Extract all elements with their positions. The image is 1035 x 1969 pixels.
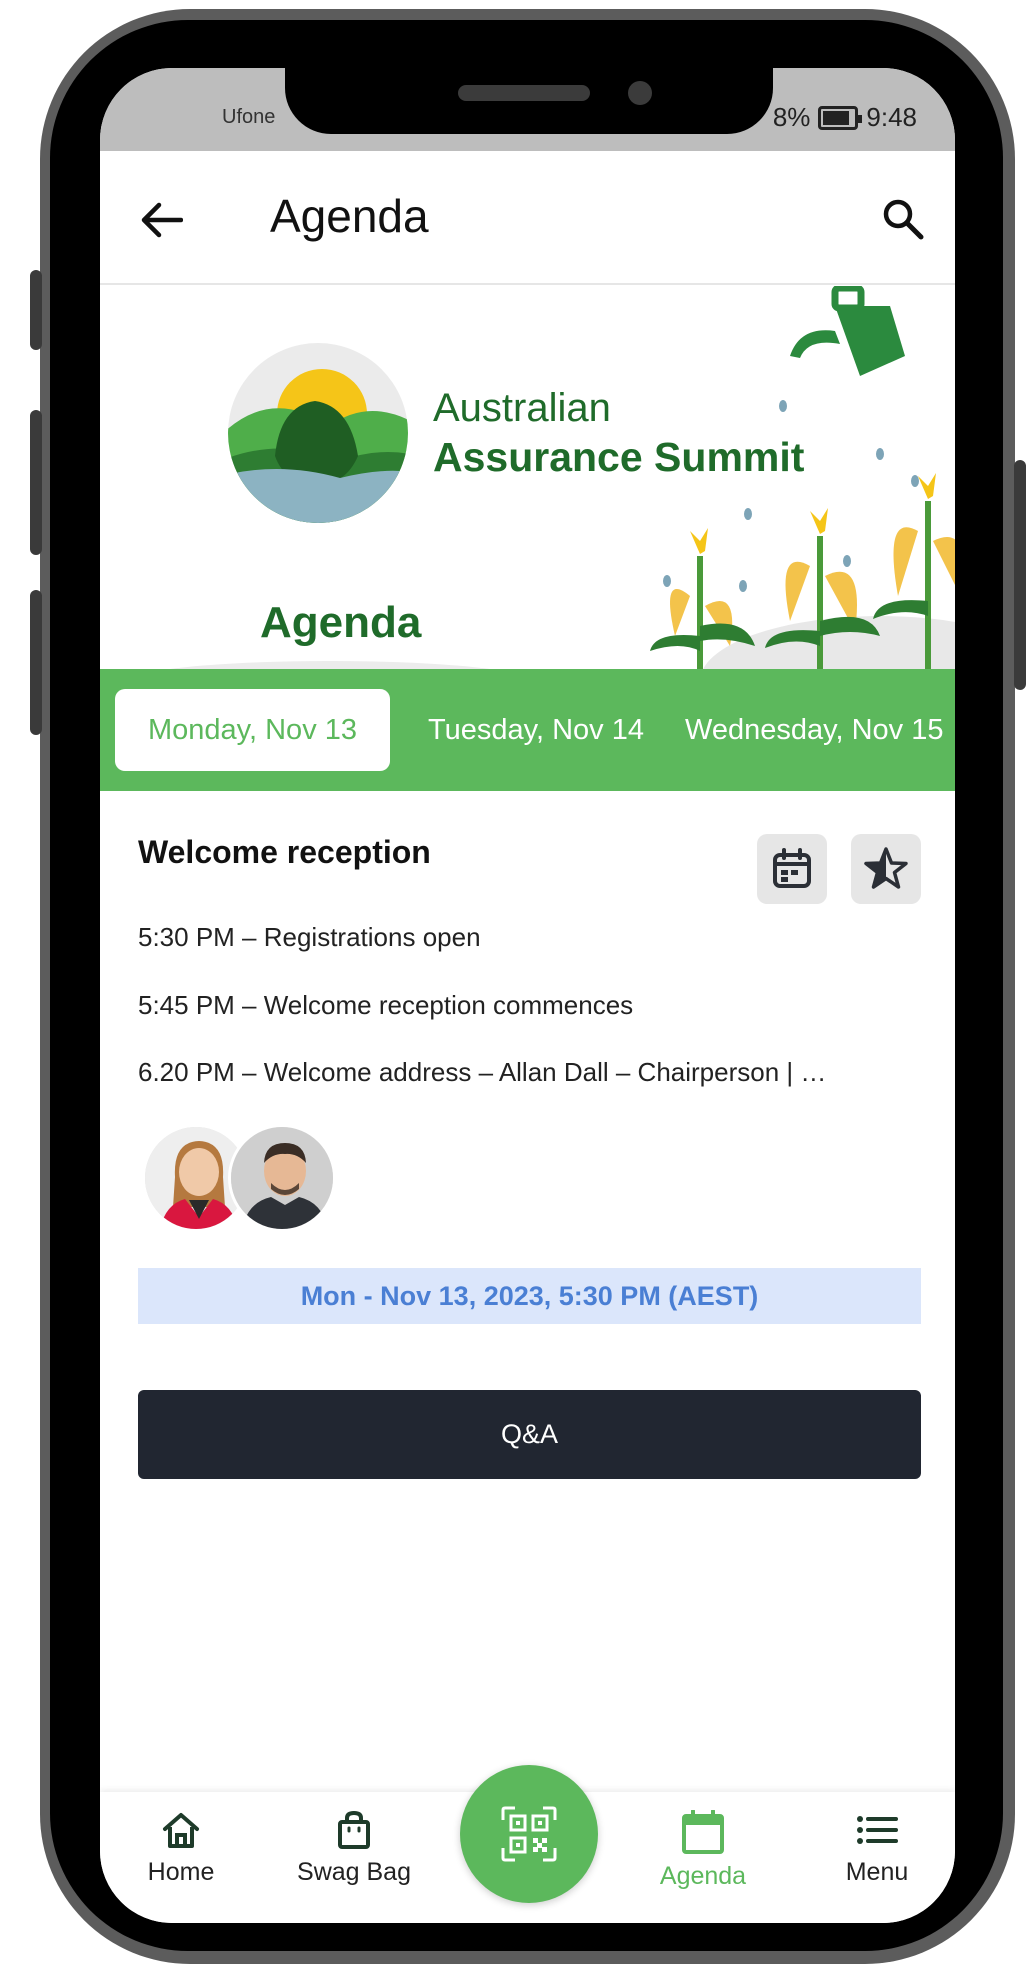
arrow-left-icon bbox=[141, 202, 183, 238]
phone-side-button bbox=[30, 410, 42, 555]
agenda-line: 5:30 PM – Registrations open bbox=[138, 922, 481, 952]
calendar-icon bbox=[773, 848, 811, 888]
event-banner: Australian Assurance Summit Agenda bbox=[100, 286, 955, 669]
day-tabs: Monday, Nov 13 Tuesday, Nov 14 Wednesday… bbox=[100, 669, 955, 791]
summit-logo bbox=[228, 343, 408, 523]
page-title: Agenda bbox=[270, 190, 429, 242]
front-camera bbox=[628, 81, 652, 105]
favorite-button[interactable] bbox=[851, 834, 921, 904]
battery-icon bbox=[818, 105, 863, 130]
menu-icon bbox=[857, 1816, 898, 1844]
speaker-grille bbox=[458, 85, 590, 101]
nav-swag-bag[interactable]: Swag Bag bbox=[279, 1810, 429, 1887]
clock: 9:48 bbox=[866, 102, 917, 132]
tab-wednesday[interactable]: Wednesday, Nov 15 bbox=[665, 689, 955, 771]
nav-agenda[interactable]: Agenda bbox=[628, 1810, 778, 1891]
qr-scan-button[interactable] bbox=[460, 1765, 598, 1903]
back-button[interactable] bbox=[136, 195, 186, 245]
banner-heading: Agenda bbox=[260, 598, 422, 647]
nav-home[interactable]: Home bbox=[106, 1810, 256, 1887]
agenda-line: 6.20 PM – Welcome address – Allan Dall –… bbox=[138, 1057, 827, 1087]
speaker-photo bbox=[231, 1127, 333, 1229]
session-datetime: Mon - Nov 13, 2023, 5:30 PM (AEST) bbox=[138, 1268, 921, 1324]
nav-menu[interactable]: Menu bbox=[802, 1810, 952, 1887]
watering-can-graphic bbox=[790, 286, 905, 376]
nav-agenda-label: Agenda bbox=[659, 1862, 747, 1890]
calendar-icon bbox=[682, 1810, 724, 1854]
search-icon bbox=[883, 199, 924, 240]
session-title: Welcome reception bbox=[138, 834, 431, 870]
status-indicators: 8% 9:48 bbox=[773, 102, 917, 133]
tab-monday[interactable]: Monday, Nov 13 bbox=[115, 689, 390, 771]
qr-code-icon bbox=[501, 1806, 557, 1862]
phone-side-button bbox=[30, 270, 42, 350]
qa-button[interactable]: Q&A bbox=[138, 1390, 921, 1479]
nav-swag-bag-label: Swag Bag bbox=[297, 1858, 411, 1886]
brand-name-line2: Assurance Summit bbox=[433, 434, 805, 480]
app-header: Agenda bbox=[100, 151, 955, 285]
add-to-calendar-button[interactable] bbox=[757, 834, 827, 904]
tab-tuesday[interactable]: Tuesday, Nov 14 bbox=[412, 689, 660, 771]
phone-screen: Ufone 8% 9:48 Agenda Australian Assuranc… bbox=[100, 68, 955, 1923]
agenda-line: 5:45 PM – Welcome reception commences bbox=[138, 990, 634, 1020]
battery-percent: 8% bbox=[772, 102, 811, 132]
home-icon bbox=[163, 1813, 199, 1848]
star-icon bbox=[864, 847, 908, 889]
nav-menu-label: Menu bbox=[845, 1858, 909, 1886]
search-button[interactable] bbox=[875, 191, 931, 247]
nav-home-label: Home bbox=[147, 1858, 215, 1886]
bag-icon bbox=[338, 1810, 370, 1849]
phone-side-button bbox=[30, 590, 42, 735]
camera-notch bbox=[285, 68, 773, 134]
carrier-label: Ufone bbox=[222, 106, 276, 128]
brand-name-line1: Australian bbox=[433, 386, 611, 430]
speaker-avatar[interactable] bbox=[228, 1124, 336, 1232]
phone-side-button bbox=[1014, 460, 1026, 690]
